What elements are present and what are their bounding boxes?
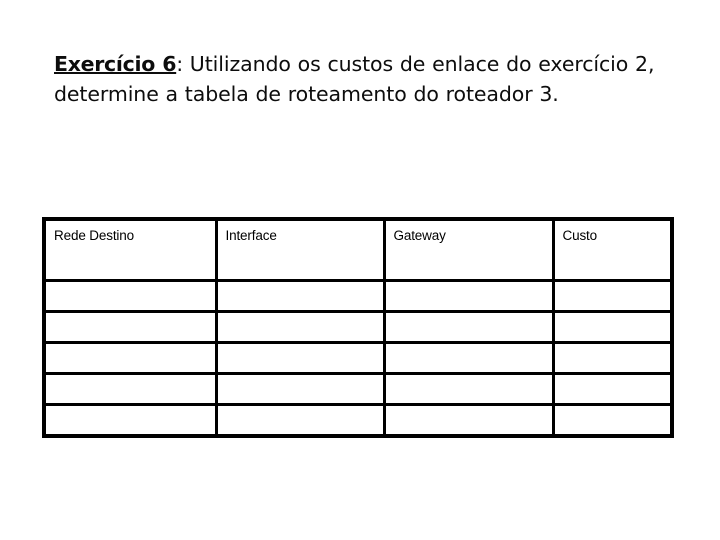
column-header-label: Rede Destino bbox=[54, 228, 134, 243]
table-row bbox=[44, 280, 672, 313]
column-header-label: Interface bbox=[225, 228, 277, 243]
table-cell-gateway[interactable] bbox=[384, 373, 555, 406]
table-cell-rede-destino[interactable] bbox=[44, 280, 218, 313]
table-cell-custo[interactable] bbox=[553, 404, 672, 436]
question-text: Exercício 6: Utilizando os custos de enl… bbox=[54, 49, 662, 109]
table-cell-gateway[interactable] bbox=[384, 404, 555, 436]
table-row bbox=[44, 404, 672, 436]
cell-value bbox=[555, 286, 671, 306]
exercise-label: Exercício 6 bbox=[54, 51, 177, 76]
question-block: Exercício 6: Utilizando os custos de enl… bbox=[54, 28, 662, 129]
table-cell-custo[interactable] bbox=[553, 342, 672, 375]
table-cell-gateway[interactable] bbox=[384, 280, 555, 313]
cell-value bbox=[555, 379, 671, 399]
table-row bbox=[44, 311, 672, 344]
cell-value bbox=[218, 410, 383, 430]
cell-value bbox=[218, 286, 383, 306]
cell-value bbox=[218, 317, 383, 337]
table-cell-rede-destino[interactable] bbox=[44, 342, 218, 375]
table-cell-rede-destino[interactable] bbox=[44, 373, 218, 406]
cell-value bbox=[46, 348, 215, 368]
column-header-gateway: Gateway bbox=[384, 219, 555, 282]
cell-value bbox=[386, 410, 552, 430]
column-header-interface: Interface bbox=[216, 219, 386, 282]
cell-value bbox=[555, 317, 671, 337]
table-cell-custo[interactable] bbox=[553, 280, 672, 313]
routing-table: Rede Destino Interface Gateway Custo bbox=[42, 217, 674, 438]
cell-value bbox=[386, 317, 552, 337]
table-cell-gateway[interactable] bbox=[384, 342, 555, 375]
table-cell-rede-destino[interactable] bbox=[44, 311, 218, 344]
cell-value bbox=[46, 379, 215, 399]
table-cell-rede-destino[interactable] bbox=[44, 404, 218, 436]
cell-value bbox=[218, 379, 383, 399]
table-cell-interface[interactable] bbox=[216, 373, 386, 406]
cell-value bbox=[218, 348, 383, 368]
table-cell-interface[interactable] bbox=[216, 404, 386, 436]
cell-value bbox=[555, 410, 671, 430]
cell-value bbox=[46, 317, 215, 337]
table-row bbox=[44, 342, 672, 375]
table-cell-gateway[interactable] bbox=[384, 311, 555, 344]
cell-value bbox=[555, 348, 671, 368]
cell-value bbox=[46, 410, 215, 430]
table-cell-interface[interactable] bbox=[216, 342, 386, 375]
table-cell-interface[interactable] bbox=[216, 280, 386, 313]
table-cell-custo[interactable] bbox=[553, 373, 672, 406]
column-header-label: Custo bbox=[562, 228, 598, 243]
table-header-row: Rede Destino Interface Gateway Custo bbox=[44, 219, 672, 282]
table-row bbox=[44, 373, 672, 406]
column-header-label: Gateway bbox=[393, 228, 446, 243]
column-header-custo: Custo bbox=[553, 219, 672, 282]
table-cell-custo[interactable] bbox=[553, 311, 672, 344]
cell-value bbox=[386, 379, 552, 399]
column-header-rede-destino: Rede Destino bbox=[44, 219, 218, 282]
cell-value bbox=[386, 348, 552, 368]
table-cell-interface[interactable] bbox=[216, 311, 386, 344]
cell-value bbox=[386, 286, 552, 306]
slide-canvas: Exercício 6: Utilizando os custos de enl… bbox=[0, 0, 720, 540]
cell-value bbox=[46, 286, 215, 306]
